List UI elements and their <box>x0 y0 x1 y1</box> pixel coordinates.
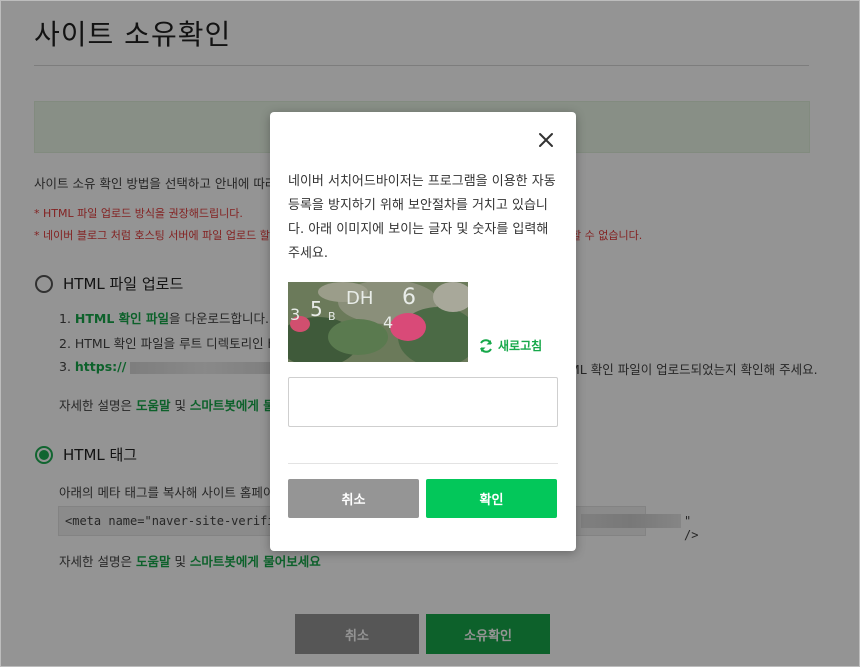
captcha-char: 3 <box>290 305 300 324</box>
captcha-char: B <box>328 310 336 323</box>
captcha-image: 5 DH 6 4 3 B <box>288 282 468 362</box>
captcha-char: 4 <box>383 313 393 332</box>
page-frame: 사이트 소유확인 사이트 소유 확인 방법을 선택하고 안내에 따라 진행해주세… <box>0 0 860 667</box>
captcha-char: 5 <box>310 297 323 321</box>
refresh-captcha-button[interactable]: 새로고침 <box>478 337 542 354</box>
refresh-label: 새로고침 <box>498 339 543 353</box>
captcha-instructions: 네이버 서치어드바이저는 프로그램을 이용한 자동등록을 방지하기 위해 보안절… <box>288 174 556 261</box>
modal-divider <box>288 463 558 464</box>
captcha-char: 6 <box>402 285 416 310</box>
refresh-icon <box>480 338 492 353</box>
modal-confirm-button[interactable]: 확인 <box>426 479 557 518</box>
captcha-modal: 네이버 서치어드바이저는 프로그램을 이용한 자동등록을 방지하기 위해 보안절… <box>270 112 576 551</box>
captcha-char: DH <box>346 288 373 309</box>
captcha-input[interactable] <box>288 377 558 427</box>
modal-cancel-button[interactable]: 취소 <box>288 479 419 518</box>
close-icon[interactable] <box>538 132 554 148</box>
